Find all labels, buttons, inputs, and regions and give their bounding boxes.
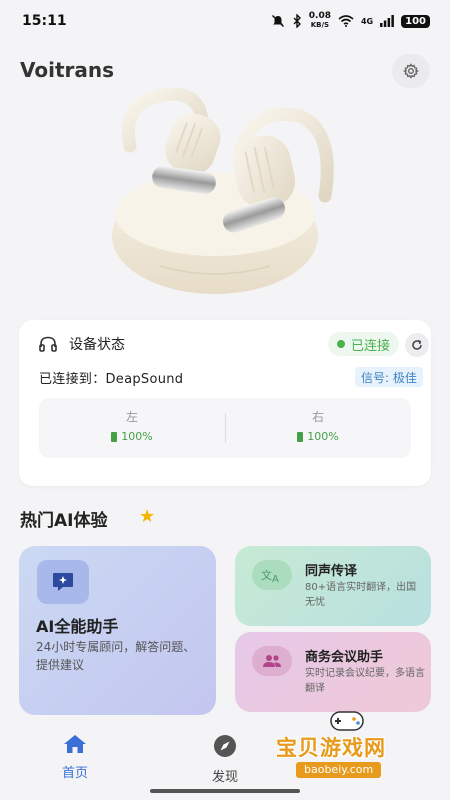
right-earbud-battery: 右 100% xyxy=(225,408,411,443)
left-earbud-battery: 左 100% xyxy=(39,408,225,443)
headphones-icon xyxy=(39,336,57,352)
svg-text:文: 文 xyxy=(261,568,272,582)
business-meeting-card[interactable]: 商务会议助手 实时记录会议纪要，多语言翻译 xyxy=(235,632,431,712)
right-battery-value: 100% xyxy=(307,430,339,443)
left-label: 左 xyxy=(125,410,138,424)
network-speed: 0.08 KB/S xyxy=(308,11,331,30)
status-time: 15:11 xyxy=(22,13,67,29)
watermark-url: baobeiy.com xyxy=(296,762,382,778)
device-status-card: 设备状态 已连接 已连接到：DeapSound 信号: 极佳 左 100% 右 … xyxy=(19,320,431,486)
translate-icon: 文 A xyxy=(252,560,292,590)
refresh-icon xyxy=(412,339,422,350)
status-dot xyxy=(337,340,345,348)
status-icons: 0.08 KB/S 4G 100 xyxy=(271,12,430,30)
section-title: 热门AI体验 xyxy=(20,511,108,531)
mute-icon xyxy=(271,14,284,28)
battery-icon xyxy=(111,431,118,442)
settings-button[interactable] xyxy=(392,54,430,88)
right-label: 右 xyxy=(311,410,324,424)
refresh-button[interactable] xyxy=(405,333,429,357)
home-indicator xyxy=(150,789,300,793)
app-title: Voitrans xyxy=(20,58,115,82)
ai-assistant-card[interactable]: AI全能助手 24小时专属顾问，解答问题、提供建议 xyxy=(19,546,216,715)
ai-assistant-desc: 24小时专属顾问，解答问题、提供建议 xyxy=(36,640,196,672)
signal-badge: 信号: 极佳 xyxy=(355,367,423,387)
home-icon xyxy=(64,735,86,753)
people-icon xyxy=(252,646,292,676)
nav-home-label: 首页 xyxy=(61,766,88,781)
gamepad-icon xyxy=(330,711,364,731)
connection-status-badge: 已连接 xyxy=(328,332,400,356)
battery-indicator: 100 xyxy=(401,14,430,28)
status-bar: 15:11 0.08 KB/S 4G 100 xyxy=(0,0,450,42)
ai-assistant-title: AI全能助手 xyxy=(36,617,119,636)
left-battery-value: 100% xyxy=(121,430,153,443)
simultaneous-translation-card[interactable]: 文 A 同声传译 80+语言实时翻译，出国无忧 xyxy=(235,546,431,626)
nav-discover-label: 发现 xyxy=(211,770,238,785)
compass-icon xyxy=(214,735,236,757)
chat-sparkle-icon xyxy=(37,560,89,604)
device-status-title: 设备状态 xyxy=(69,337,125,353)
earbuds-product-image xyxy=(100,86,340,301)
nav-discover[interactable]: 发现 xyxy=(185,734,265,785)
translation-desc: 80+语言实时翻译，出国无忧 xyxy=(305,582,417,608)
battery-panel: 左 100% 右 100% xyxy=(39,398,411,458)
meeting-title: 商务会议助手 xyxy=(305,650,384,665)
nav-home[interactable]: 首页 xyxy=(35,734,115,781)
connected-device-text: 已连接到：DeapSound xyxy=(39,372,184,387)
star-icon: ★ xyxy=(139,506,156,527)
connection-status-label: 已连接 xyxy=(351,338,391,354)
network-type: 4G xyxy=(360,16,374,26)
meeting-desc: 实时记录会议纪要，多语言翻译 xyxy=(305,668,425,694)
wifi-icon xyxy=(338,15,354,27)
device-status-header: 设备状态 xyxy=(39,334,125,354)
svg-text:A: A xyxy=(272,574,279,583)
translation-title: 同声传译 xyxy=(305,564,358,579)
battery-icon xyxy=(297,431,304,442)
signal-bars-icon xyxy=(380,15,395,27)
watermark: 宝贝游戏网 baobeiy.com xyxy=(272,706,422,784)
watermark-text: 宝贝游戏网 xyxy=(276,736,386,760)
bluetooth-icon xyxy=(293,14,301,28)
gear-icon xyxy=(403,63,419,79)
